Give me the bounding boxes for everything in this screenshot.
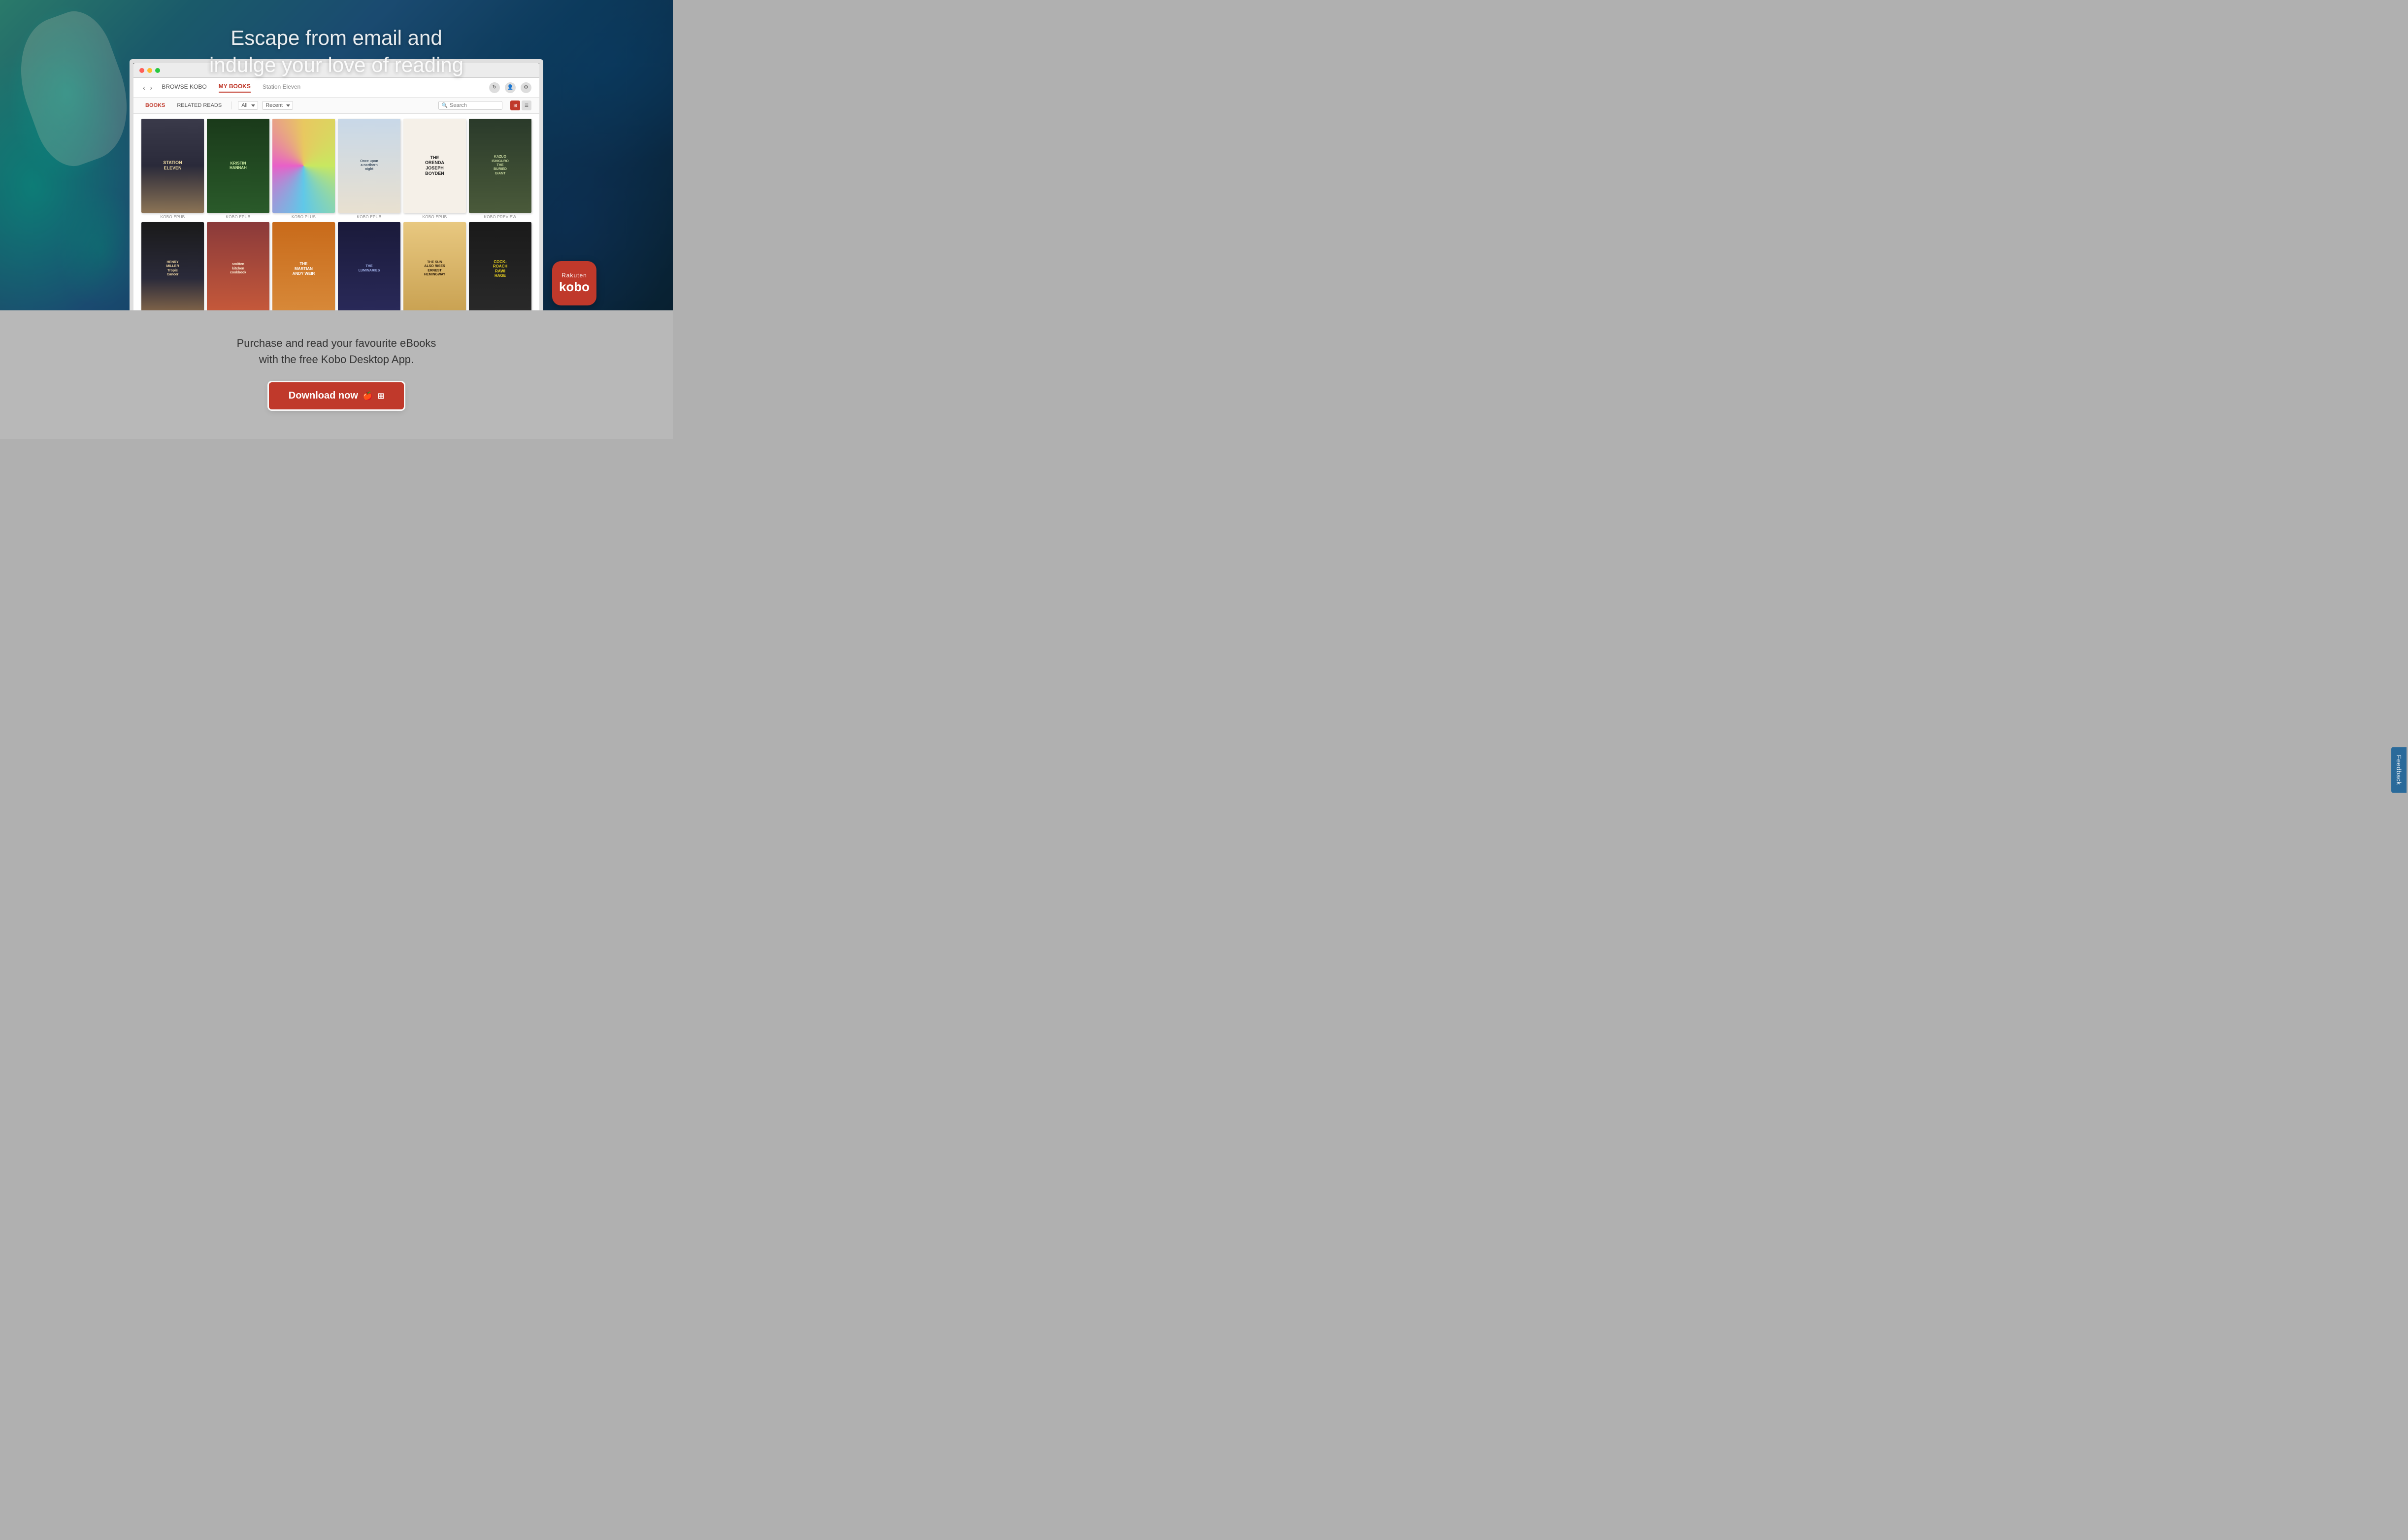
book-cover: THELUMINARIES — [338, 222, 400, 311]
book-label: KOBO EPUB — [226, 215, 251, 219]
search-input[interactable] — [450, 102, 499, 108]
filter-all-select[interactable]: All — [238, 101, 258, 110]
hero-title: Escape from email and indulge your love … — [0, 25, 673, 78]
search-box: 🔍 — [438, 101, 502, 110]
books-grid: STATIONELEVEN KOBO EPUB KRISTINHANNAH KO… — [133, 114, 539, 310]
book-cover: smittenkitchencookbook — [207, 222, 269, 311]
book-cover: THEORENDAJOSEPHBOYDEN — [403, 119, 466, 213]
list-item[interactable]: Once upona northernnight KOBO EPUB — [338, 119, 400, 219]
book-cover: COCK-ROACHRAWIHAGE — [469, 222, 531, 311]
book-label: KOBO PLUS — [292, 215, 316, 219]
nav-back-arrow[interactable]: ‹ — [141, 84, 147, 92]
apple-icon: 🍎 — [363, 391, 373, 401]
list-item[interactable]: KRISTINHANNAH KOBO EPUB — [207, 119, 269, 219]
hero-title-line1: Escape from email and — [0, 25, 673, 52]
nav-arrows: ‹ › — [141, 84, 154, 92]
nav-forward-arrow[interactable]: › — [149, 84, 154, 92]
download-now-button[interactable]: Download now 🍎 ⊞ — [269, 382, 404, 409]
book-cover: HENRYMILLERTropicCancer — [141, 222, 204, 311]
list-item[interactable]: smittenkitchencookbook KOBO EPUB — [207, 222, 269, 311]
list-item[interactable]: THE SUNALSO RISESERNESTHEMINGWAY KOBO PR… — [403, 222, 466, 311]
filter-divider — [231, 101, 232, 109]
tab-browse-kobo[interactable]: BROWSE KOBO — [162, 83, 206, 92]
book-cover: THEMARTIANANDY WEIR — [272, 222, 335, 311]
list-item[interactable]: THEORENDAJOSEPHBOYDEN KOBO EPUB — [403, 119, 466, 219]
description-line2: with the free Kobo Desktop App. — [237, 351, 436, 368]
book-cover: KRISTINHANNAH — [207, 119, 269, 213]
bottom-section: Purchase and read your favourite eBooks … — [0, 310, 673, 439]
download-button-label: Download now — [289, 390, 358, 402]
nav-settings-icon[interactable]: ⚙ — [521, 82, 531, 93]
book-cover: STATIONELEVEN — [141, 119, 204, 213]
tab-breadcrumb[interactable]: Station Eleven — [263, 83, 300, 92]
feedback-tab[interactable]: Feedback — [2391, 747, 2407, 793]
windows-icon: ⊞ — [378, 391, 384, 401]
book-cover: Once upona northernnight — [338, 119, 400, 213]
grid-view-btn[interactable]: ⊞ — [510, 100, 520, 110]
book-label: KOBO EPUB — [423, 215, 447, 219]
list-item[interactable]: KOBO PLUS — [272, 119, 335, 219]
description-line1: Purchase and read your favourite eBooks — [237, 335, 436, 351]
filter-related-reads-btn[interactable]: RELATED READS — [173, 101, 226, 110]
rakuten-label: Rakuten — [561, 272, 587, 279]
filter-books-btn[interactable]: BOOKS — [141, 101, 169, 110]
hero-section: Escape from email and indulge your love … — [0, 0, 673, 310]
view-toggle: ⊞ ☰ — [510, 100, 531, 110]
book-label: KOBO EPUB — [161, 215, 185, 219]
list-item[interactable]: HENRYMILLERTropicCancer KOBO EPUB — [141, 222, 204, 311]
bottom-description: Purchase and read your favourite eBooks … — [237, 335, 436, 368]
list-item[interactable]: THEMARTIANANDY WEIR KOBO EPUB — [272, 222, 335, 311]
list-item[interactable]: COCK-ROACHRAWIHAGE KOBO EPUB — [469, 222, 531, 311]
filter-bar: BOOKS RELATED READS All Recent 🔍 ⊞ — [133, 98, 539, 114]
search-icon: 🔍 — [442, 103, 448, 108]
nav-icons: ↻ 👤 ⚙ — [489, 82, 531, 93]
hero-title-line2: indulge your love of reading — [0, 52, 673, 79]
mac-window-frame: ‹ › BROWSE KOBO MY BOOKS Station Eleven … — [130, 59, 543, 310]
book-cover: KAZUOISHIGUROTHEBURIEDGIANT — [469, 119, 531, 213]
nav-tabs: BROWSE KOBO MY BOOKS Station Eleven — [162, 83, 489, 93]
book-cover: THE SUNALSO RISESERNESTHEMINGWAY — [403, 222, 466, 311]
feedback-label: Feedback — [2395, 755, 2403, 785]
list-item[interactable]: STATIONELEVEN KOBO EPUB — [141, 119, 204, 219]
book-cover — [272, 119, 335, 213]
nav-refresh-icon[interactable]: ↻ — [489, 82, 500, 93]
kobo-badge: Rakuten kobo — [552, 261, 596, 305]
list-view-btn[interactable]: ☰ — [522, 100, 531, 110]
tab-my-books[interactable]: MY BOOKS — [219, 83, 251, 93]
kobo-nav: ‹ › BROWSE KOBO MY BOOKS Station Eleven … — [133, 78, 539, 98]
mac-screen: ‹ › BROWSE KOBO MY BOOKS Station Eleven … — [133, 63, 539, 310]
book-label: KOBO EPUB — [357, 215, 382, 219]
nav-user-icon[interactable]: 👤 — [505, 82, 516, 93]
book-label: KOBO PREVIEW — [484, 215, 517, 219]
filter-recent-select[interactable]: Recent — [262, 101, 293, 110]
list-item[interactable]: THELUMINARIES KOBO PREVIEW — [338, 222, 400, 311]
list-item[interactable]: KAZUOISHIGUROTHEBURIEDGIANT KOBO PREVIEW — [469, 119, 531, 219]
kobo-label: kobo — [559, 279, 590, 295]
